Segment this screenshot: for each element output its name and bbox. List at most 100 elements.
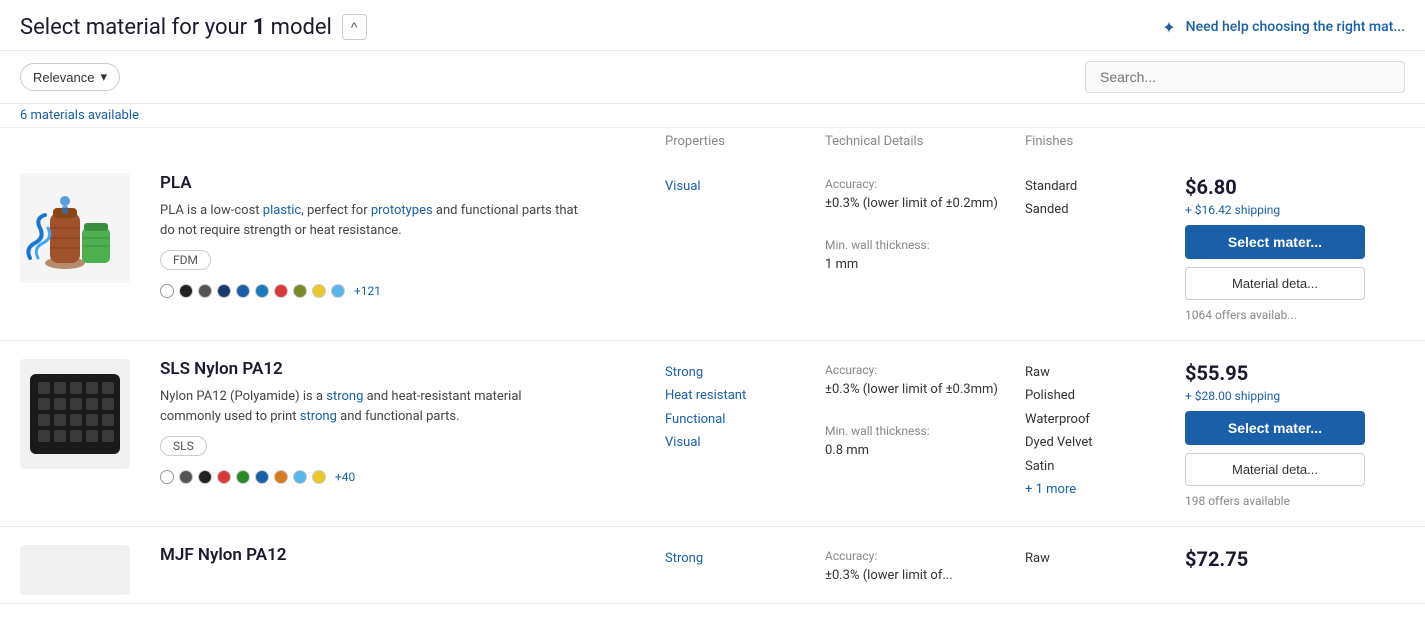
finishes-more: + 1 more: [1025, 478, 1185, 501]
table-row: SLS Nylon PA12 Nylon PA12 (Polyamide) is…: [0, 341, 1425, 527]
color-dot: [198, 470, 212, 484]
select-material-button[interactable]: Select mater...: [1185, 411, 1365, 445]
material-desc: PLA is a low-cost plastic, perfect for p…: [160, 201, 580, 240]
materials-count: 6 materials available: [0, 104, 1425, 128]
title-prefix: Select material for your: [20, 15, 253, 40]
col-technical: Technical Details: [825, 134, 1025, 149]
model-count: 1: [253, 15, 266, 40]
mjf-image: [20, 545, 130, 595]
collapse-button[interactable]: ^: [342, 14, 367, 40]
property-item: Strong: [665, 361, 825, 384]
table-row: MJF Nylon PA12 Strong Accuracy: ±0.3% (l…: [0, 527, 1425, 604]
title-suffix: model: [265, 15, 332, 40]
top-bar-left: Select material for your 1 model ^: [20, 14, 367, 40]
count-label: 6 materials available: [20, 108, 139, 123]
table-header: Properties Technical Details Finishes: [0, 128, 1425, 155]
property-item: Heat resistant: [665, 384, 825, 407]
color-dot: [274, 470, 288, 484]
pla-finishes: Standard Sanded: [1025, 173, 1185, 222]
color-dot: [198, 284, 212, 298]
col-finishes: Finishes: [1025, 134, 1185, 149]
mjf-price-col: $72.75: [1185, 545, 1405, 571]
color-dot: [312, 470, 326, 484]
help-link[interactable]: ✦ Need help choosing the right mat...: [1162, 18, 1405, 37]
accuracy-label: Accuracy:: [825, 361, 1025, 380]
pla-info: PLA PLA is a low-cost plastic, perfect f…: [160, 173, 665, 298]
color-dot: [217, 284, 231, 298]
sort-label: Relevance: [33, 70, 94, 85]
top-bar: Select material for your 1 model ^ ✦ Nee…: [0, 0, 1425, 51]
color-swatches: +121: [160, 284, 665, 298]
select-material-button[interactable]: Select mater...: [1185, 225, 1365, 259]
property-item: Visual: [665, 179, 701, 194]
property-item: Functional: [665, 408, 825, 431]
sls-finishes: Raw Polished Waterproof Dyed Velvet Sati…: [1025, 359, 1185, 501]
accuracy-value: ±0.3% (lower limit of...: [825, 566, 1025, 587]
finish-item: Waterproof: [1025, 408, 1185, 431]
finish-item: Raw: [1025, 361, 1185, 384]
finish-item: Standard: [1025, 175, 1185, 198]
accuracy-label: Accuracy:: [825, 175, 1025, 194]
color-dot: [255, 284, 269, 298]
material-tag: SLS: [160, 436, 207, 456]
wall-value: 1 mm: [825, 255, 1025, 276]
colors-more: +121: [354, 284, 381, 298]
sls-properties: Strong Heat resistant Functional Visual: [665, 359, 825, 455]
sls-info: SLS Nylon PA12 Nylon PA12 (Polyamide) is…: [160, 359, 665, 484]
material-tag: FDM: [160, 250, 211, 270]
mjf-technical: Accuracy: ±0.3% (lower limit of...: [825, 545, 1025, 587]
property-item: Strong: [665, 547, 825, 570]
price-main: $72.75: [1185, 547, 1248, 571]
color-dot: [160, 284, 174, 298]
color-dot: [255, 470, 269, 484]
sls-image: [20, 359, 130, 469]
accuracy-value: ±0.3% (lower limit of ±0.3mm): [825, 380, 1025, 401]
sls-technical: Accuracy: ±0.3% (lower limit of ±0.3mm) …: [825, 359, 1025, 462]
pla-price-col: $6.80 + $16.42 shipping Select mater... …: [1185, 173, 1405, 322]
color-dot: [179, 284, 193, 298]
color-dot: [274, 284, 288, 298]
color-dot: [179, 470, 193, 484]
finish-item: Dyed Velvet: [1025, 431, 1185, 454]
material-name: PLA: [160, 173, 665, 193]
pla-image: [20, 173, 130, 283]
color-dot: [160, 470, 174, 484]
color-swatches: +40: [160, 470, 665, 484]
mjf-info: MJF Nylon PA12: [160, 545, 665, 573]
accuracy-value: ±0.3% (lower limit of ±0.2mm): [825, 194, 1025, 215]
material-desc: Nylon PA12 (Polyamide) is a strong and h…: [160, 387, 580, 426]
table-row: PLA PLA is a low-cost plastic, perfect f…: [0, 155, 1425, 341]
colors-more: +40: [335, 470, 355, 484]
help-text: Need help choosing the right mat...: [1186, 19, 1405, 35]
wall-label: Min. wall thickness:: [825, 236, 1025, 255]
relevance-dropdown[interactable]: Relevance ▾: [20, 63, 120, 91]
color-dot: [217, 470, 231, 484]
wall-value: 0.8 mm: [825, 441, 1025, 462]
finish-item: Raw: [1025, 547, 1185, 570]
offers-count: 198 offers available: [1185, 494, 1290, 508]
finish-item: Polished: [1025, 384, 1185, 407]
mjf-finishes: Raw: [1025, 545, 1185, 570]
material-details-button[interactable]: Material deta...: [1185, 267, 1365, 300]
search-input[interactable]: [1085, 61, 1405, 93]
pla-properties: Visual: [665, 173, 825, 198]
material-details-button[interactable]: Material deta...: [1185, 453, 1365, 486]
price-shipping: + $16.42 shipping: [1185, 203, 1280, 217]
accuracy-label: Accuracy:: [825, 547, 1025, 566]
material-name: MJF Nylon PA12: [160, 545, 665, 565]
finish-item: Sanded: [1025, 198, 1185, 221]
color-dot: [293, 470, 307, 484]
color-dot: [331, 284, 345, 298]
color-dot: [236, 284, 250, 298]
sls-price-col: $55.95 + $28.00 shipping Select mater...…: [1185, 359, 1405, 508]
pla-technical: Accuracy: ±0.3% (lower limit of ±0.2mm) …: [825, 173, 1025, 276]
filter-bar: Relevance ▾: [0, 51, 1425, 104]
price-shipping: + $28.00 shipping: [1185, 389, 1280, 403]
property-item: Visual: [665, 431, 825, 454]
col-properties: Properties: [665, 134, 825, 149]
offers-count: 1064 offers availab...: [1185, 308, 1297, 322]
material-name: SLS Nylon PA12: [160, 359, 665, 379]
help-icon: ✦: [1162, 18, 1175, 37]
color-dot: [293, 284, 307, 298]
price-main: $6.80: [1185, 175, 1237, 199]
